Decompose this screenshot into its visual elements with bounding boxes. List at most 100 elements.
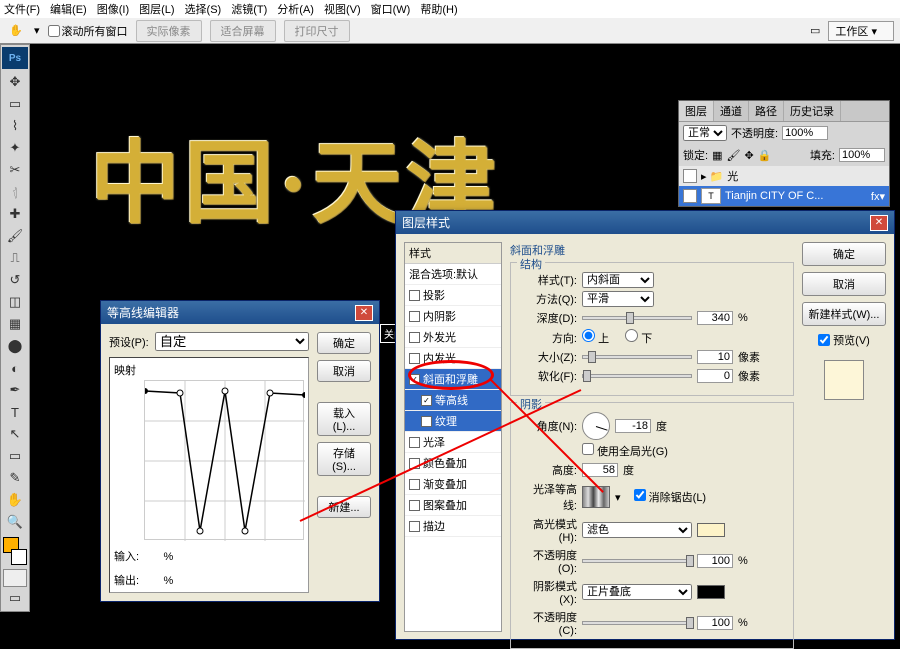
style-item-patternoverlay[interactable]: 图案叠加 xyxy=(405,495,501,516)
quickmask-toggle[interactable] xyxy=(3,569,27,587)
menu-edit[interactable]: 编辑(E) xyxy=(50,1,87,17)
lock-position-icon[interactable]: ✥ xyxy=(744,149,753,162)
style-item-satin[interactable]: 光泽 xyxy=(405,432,501,453)
menu-select[interactable]: 选择(S) xyxy=(185,1,222,17)
scroll-all-windows-check[interactable]: 滚动所有窗口 xyxy=(48,23,128,39)
menu-window[interactable]: 窗口(W) xyxy=(371,1,411,17)
dodge-tool[interactable]: ◐ xyxy=(3,357,27,379)
style-item-innerglow[interactable]: 内发光 xyxy=(405,348,501,369)
history-brush-tool[interactable]: ↺ xyxy=(3,269,27,291)
style-item-dropshadow[interactable]: 投影 xyxy=(405,285,501,306)
sh-opacity-value[interactable]: 100 xyxy=(697,616,733,630)
workspace-dropdown[interactable]: 工作区 ▾ xyxy=(828,21,894,41)
blend-mode-select[interactable]: 正常 xyxy=(683,125,727,141)
technique-select[interactable]: 平滑 xyxy=(582,291,654,307)
styles-header[interactable]: 样式 xyxy=(405,243,501,264)
ok-button[interactable]: 确定 xyxy=(317,332,371,354)
blur-tool[interactable]: ⬤ xyxy=(3,335,27,357)
screen-mode-icon[interactable]: ▭ xyxy=(810,24,820,37)
menu-layer[interactable]: 图层(L) xyxy=(139,1,174,17)
sh-color-swatch[interactable] xyxy=(697,585,725,599)
marquee-tool[interactable]: ▭ xyxy=(3,93,27,115)
hl-opacity-slider[interactable] xyxy=(582,559,692,563)
dir-up-radio[interactable]: 上 xyxy=(582,329,609,346)
menu-filter[interactable]: 滤镜(T) xyxy=(231,1,267,17)
size-value[interactable]: 10 xyxy=(697,350,733,364)
gradient-tool[interactable]: ▦ xyxy=(3,313,27,335)
soften-slider[interactable] xyxy=(582,374,692,378)
background-swatch[interactable] xyxy=(11,549,27,565)
ok-button[interactable]: 确定 xyxy=(802,242,886,266)
sh-opacity-slider[interactable] xyxy=(582,621,692,625)
lasso-tool[interactable]: ⌇ xyxy=(3,115,27,137)
tab-history[interactable]: 历史记录 xyxy=(784,101,841,121)
cancel-button[interactable]: 取消 xyxy=(317,360,371,382)
menu-view[interactable]: 视图(V) xyxy=(324,1,361,17)
angle-value[interactable]: -18 xyxy=(615,419,651,433)
dir-down-radio[interactable]: 下 xyxy=(625,329,652,346)
pen-tool[interactable]: ✒ xyxy=(3,379,27,401)
hl-mode-select[interactable]: 滤色 xyxy=(582,522,692,538)
hl-color-swatch[interactable] xyxy=(697,523,725,537)
heal-tool[interactable]: ✚ xyxy=(3,203,27,225)
fit-screen-button[interactable]: 适合屏幕 xyxy=(210,20,276,42)
style-item-innershadow[interactable]: 内阴影 xyxy=(405,306,501,327)
size-slider[interactable] xyxy=(582,355,692,359)
tab-paths[interactable]: 路径 xyxy=(749,101,784,121)
menu-image[interactable]: 图像(I) xyxy=(97,1,129,17)
preview-check[interactable]: 预览(V) xyxy=(802,332,886,348)
print-size-button[interactable]: 打印尺寸 xyxy=(284,20,350,42)
style-item-outerglow[interactable]: 外发光 xyxy=(405,327,501,348)
angle-dial[interactable] xyxy=(582,412,610,440)
crop-tool[interactable]: ✂ xyxy=(3,159,27,181)
path-select-tool[interactable]: ↖ xyxy=(3,423,27,445)
menu-help[interactable]: 帮助(H) xyxy=(420,1,457,17)
gloss-dropdown-icon[interactable]: ▾ xyxy=(615,491,621,504)
sh-mode-select[interactable]: 正片叠底 xyxy=(582,584,692,600)
save-button[interactable]: 存储(S)... xyxy=(317,442,371,476)
hand-tool-icon[interactable]: ✋ xyxy=(6,21,26,41)
layer-row[interactable]: T Tianjin CITY OF C... fx▾ xyxy=(679,186,889,206)
depth-slider[interactable] xyxy=(582,316,692,320)
close-button[interactable]: ✕ xyxy=(870,215,888,231)
tab-layers[interactable]: 图层 xyxy=(679,101,714,121)
style-item-contour[interactable]: ✓等高线 xyxy=(405,390,501,411)
wand-tool[interactable]: ✦ xyxy=(3,137,27,159)
eraser-tool[interactable]: ◫ xyxy=(3,291,27,313)
style-item-coloroverlay[interactable]: 颜色叠加 xyxy=(405,453,501,474)
screen-mode-toggle[interactable]: ▭ xyxy=(3,587,27,609)
altitude-value[interactable]: 58 xyxy=(582,463,618,477)
lock-all-icon[interactable]: 🔒 xyxy=(758,149,772,162)
lock-pixels-icon[interactable]: 🖌 xyxy=(726,149,740,162)
stamp-tool[interactable]: ⎍ xyxy=(3,247,27,269)
type-tool[interactable]: T xyxy=(3,401,27,423)
menu-file[interactable]: 文件(F) xyxy=(4,1,40,17)
gloss-contour-swatch[interactable] xyxy=(582,486,610,508)
tab-channels[interactable]: 通道 xyxy=(714,101,749,121)
fill-value[interactable]: 100% xyxy=(839,148,885,162)
color-swatches[interactable] xyxy=(3,537,27,565)
eyedropper-tool[interactable]: 𓊧 xyxy=(3,181,27,203)
close-button[interactable]: ✕ xyxy=(355,305,373,321)
contour-graph[interactable] xyxy=(144,380,304,540)
brush-tool[interactable]: 🖌 xyxy=(3,225,27,247)
antialias-check[interactable]: 消除锯齿(L) xyxy=(634,489,707,505)
style-item-texture[interactable]: 纹理 xyxy=(405,411,501,432)
load-button[interactable]: 载入(L)... xyxy=(317,402,371,436)
cancel-button[interactable]: 取消 xyxy=(802,272,886,296)
fx-icon[interactable]: fx▾ xyxy=(871,190,885,203)
hand-tool[interactable]: ✋ xyxy=(3,489,27,511)
style-select[interactable]: 内斜面 xyxy=(582,272,654,288)
visibility-icon[interactable] xyxy=(683,189,697,203)
new-style-button[interactable]: 新建样式(W)... xyxy=(802,302,886,326)
style-item-gradientoverlay[interactable]: 渐变叠加 xyxy=(405,474,501,495)
layer-row[interactable]: ▸ 📁 光 xyxy=(679,166,889,186)
global-light-check[interactable]: 使用全局光(G) xyxy=(582,443,668,459)
preset-select[interactable]: 自定 xyxy=(155,332,309,351)
depth-value[interactable]: 340 xyxy=(697,311,733,325)
new-button[interactable]: 新建... xyxy=(317,496,371,518)
actual-pixels-button[interactable]: 实际像素 xyxy=(136,20,202,42)
lock-transparent-icon[interactable]: ▦ xyxy=(712,149,722,162)
tool-preset-dropdown-icon[interactable]: ▾ xyxy=(34,24,40,37)
style-item-bevel[interactable]: ✓斜面和浮雕 xyxy=(405,369,501,390)
